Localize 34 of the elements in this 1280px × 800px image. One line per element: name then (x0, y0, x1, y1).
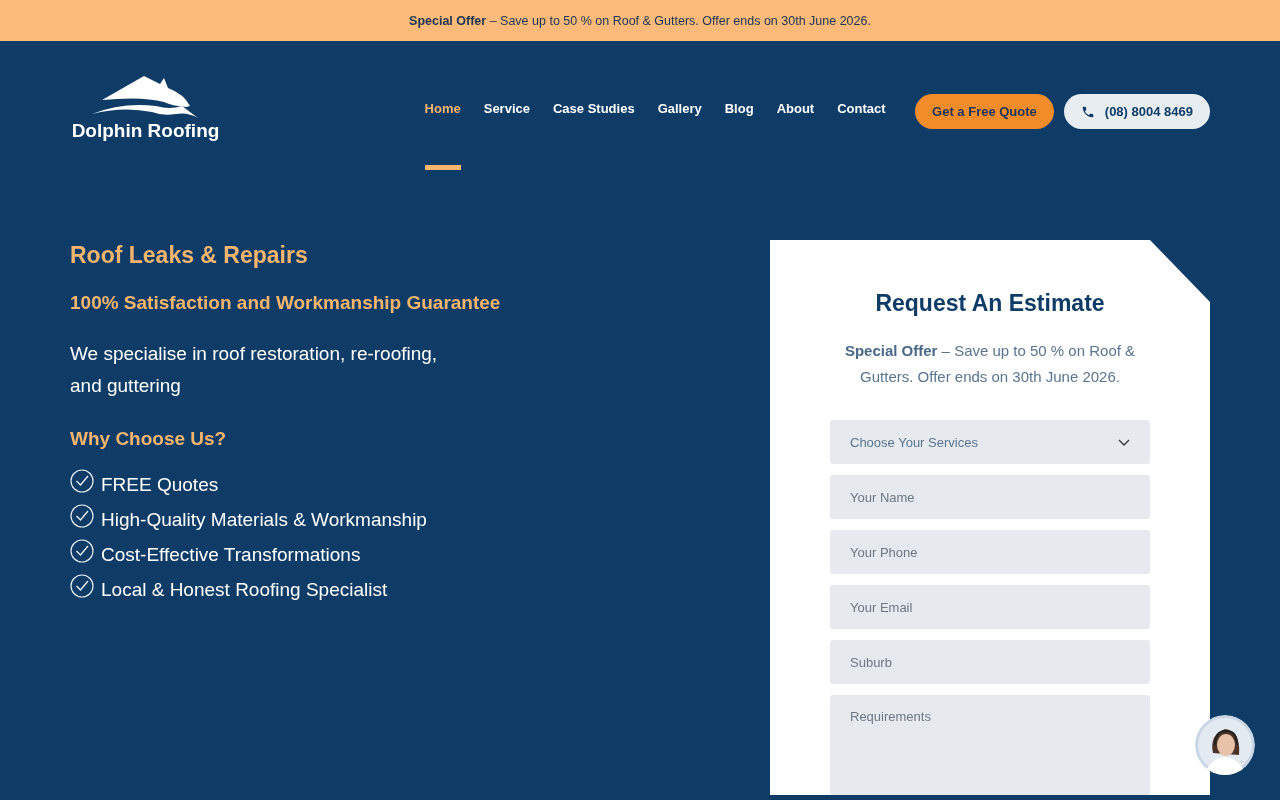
input-field[interactable]: Your Phone (830, 530, 1150, 574)
why-heading: Why Choose Us? (70, 428, 228, 450)
services-dropdown[interactable]: Choose Your Services (830, 420, 1150, 464)
feature-text: High-Quality Materials & Workmanship (101, 508, 427, 531)
intro-text: We specialise in roof restoration, re-roofing, and guttering (70, 342, 439, 398)
input-field[interactable]: Suburb (830, 640, 1150, 684)
check-circle-icon (70, 468, 94, 493)
input-field[interactable]: Your Email (830, 585, 1150, 629)
phone-icon (1080, 104, 1095, 119)
form-title: Request An Estimate (874, 290, 1106, 317)
nav-link[interactable]: Blog (713, 101, 766, 117)
active-underline (424, 165, 461, 170)
feature-text: Cost-Effective Transformations (101, 543, 361, 566)
input-field[interactable]: Your Name (830, 475, 1150, 519)
nav-link[interactable]: Case Studies (541, 101, 647, 117)
chevron-down-icon (1118, 438, 1130, 446)
page-title: Roof Leaks & Repairs (70, 241, 309, 270)
quote-button[interactable]: Get a Free Quote (915, 94, 1054, 129)
offer-text: Special Offer – Save up to 50 % on Roof & Gutters. Offer ends on 30th June 2026. (843, 341, 1137, 387)
guarantee-heading: 100% Satisfaction and Workmanship Guarantee (70, 291, 502, 315)
check-circle-icon (70, 573, 94, 598)
phone-button[interactable]: (08) 8004 8469 (1063, 94, 1210, 129)
check-circle-icon (70, 503, 94, 528)
promo-text: Special Offer – Save up to 50 % on Roof & Gutters. Offer ends on 30th June 2026. (409, 13, 871, 28)
feature-text: FREE Quotes (101, 473, 219, 496)
requirements-field[interactable]: Requirements (830, 695, 1150, 795)
check-circle-icon (70, 538, 94, 563)
nav-link[interactable]: About (765, 101, 826, 117)
nav-link[interactable]: Home (413, 101, 473, 117)
nav-link[interactable]: Gallery (646, 101, 714, 117)
nav-link[interactable]: Contact (825, 101, 898, 117)
nav-link[interactable]: Service (472, 101, 542, 117)
feature-text: Local & Honest Roofing Specialist (101, 578, 388, 601)
logo-text: Dolphin Roofing (71, 120, 220, 142)
